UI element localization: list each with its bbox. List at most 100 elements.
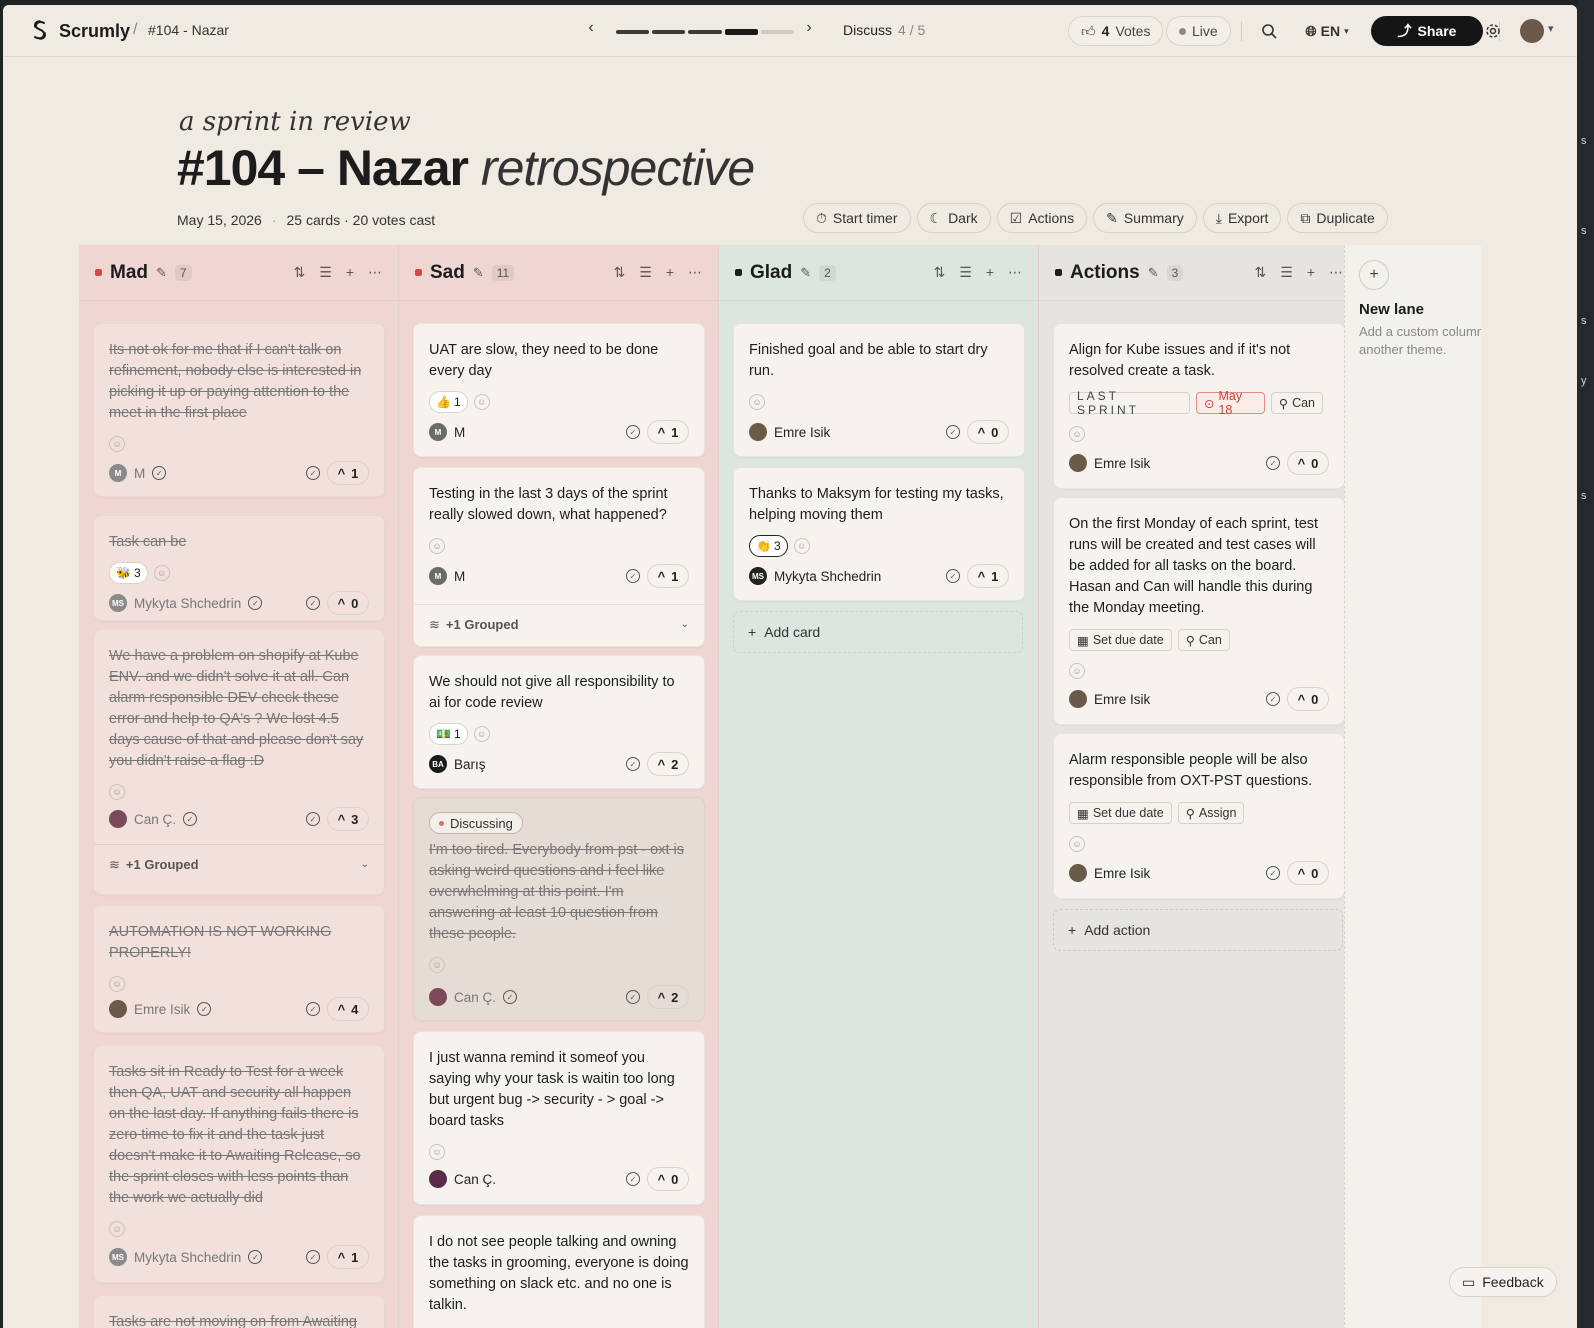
filter-icon[interactable]: ☰ [959,264,972,281]
mark-done-icon[interactable]: ✓ [306,812,320,826]
gear-icon[interactable] [1481,19,1505,43]
add-reaction-icon[interactable]: ☺ [473,394,490,410]
add-reaction-icon[interactable]: ☺ [109,436,125,452]
reaction-pill[interactable]: 👏 3 [749,535,788,557]
vote-button[interactable]: ^ 4 [327,997,369,1021]
retro-card[interactable]: AUTOMATION IS NOT WORKING PROPERLY! ☺ Em… [93,905,385,1033]
plus-icon[interactable]: + [666,264,674,281]
due-date-tag[interactable]: ▦ Set due date [1069,802,1172,824]
phase-step[interactable] [616,30,650,34]
add-reaction-icon[interactable]: ☺ [429,538,445,554]
reaction-pill[interactable]: 👍 1 [429,391,468,413]
add-reaction-icon[interactable]: ☺ [429,1144,445,1160]
vote-button[interactable]: ^ 0 [647,1167,689,1191]
brand-name[interactable]: Scrumly [59,21,130,42]
add-reaction-icon[interactable]: ☺ [473,726,490,742]
vote-button[interactable]: ^ 2 [647,985,689,1009]
retro-card[interactable]: UAT are slow, they need to be done every… [413,323,705,457]
more-icon[interactable]: ⋯ [368,264,382,281]
mark-done-icon[interactable]: ✓ [306,596,320,610]
vote-button[interactable]: ^ 1 [967,564,1009,588]
feedback-button[interactable]: ▭ Feedback [1449,1267,1557,1297]
sort-icon[interactable]: ⇅ [294,264,306,281]
vote-button[interactable]: ^ 0 [1287,861,1329,885]
logo-icon[interactable] [29,19,51,41]
add-action-button[interactable]: + Add action [1053,909,1343,951]
add-reaction-icon[interactable]: ☺ [153,565,170,581]
more-icon[interactable]: ⋯ [688,264,702,281]
phase-step[interactable] [652,30,686,34]
phase-step[interactable] [688,30,722,34]
assignee-tag[interactable]: ⚲ Can [1177,629,1230,651]
retro-card[interactable]: We should not give all responsibility to… [413,655,705,789]
live-status[interactable]: Live [1166,16,1231,46]
user-avatar[interactable] [1520,19,1544,43]
add-reaction-icon[interactable]: ☺ [109,1221,125,1237]
add-reaction-icon[interactable]: ☺ [1069,836,1085,852]
duplicate-button[interactable]: ⧉ Duplicate [1287,203,1388,233]
sort-icon[interactable]: ⇅ [1255,264,1267,281]
mark-done-icon[interactable]: ✓ [306,1002,320,1016]
add-card-button[interactable]: + Add card [733,611,1023,653]
assignee-tag[interactable]: ⚲ Assign [1177,802,1245,824]
add-reaction-icon[interactable]: ☺ [109,976,125,992]
retro-card[interactable]: Tasks sit in Ready to Test for a week th… [93,1045,385,1283]
add-reaction-icon[interactable]: ☺ [109,784,125,800]
mark-done-icon[interactable]: ✓ [626,569,640,583]
vote-button[interactable]: ^ 3 [327,807,369,831]
reaction-pill[interactable]: 🐝 3 [109,562,148,584]
share-button[interactable]: ⤴ Share [1371,16,1483,46]
mark-done-icon[interactable]: ✓ [1266,866,1280,880]
phase-step[interactable] [760,30,795,34]
language-select[interactable]: 🌐︎ EN ▾ [1297,19,1357,43]
search-icon[interactable] [1257,19,1281,43]
retro-card[interactable]: We have a problem on shopify at Kube ENV… [93,629,385,895]
mark-done-icon[interactable]: ✓ [306,1250,320,1264]
chevron-right-icon[interactable]: › [799,19,819,41]
sort-icon[interactable]: ⇅ [614,264,626,281]
vote-button[interactable]: ^ 0 [1287,451,1329,475]
breadcrumb-board[interactable]: #104 - Nazar [148,22,229,38]
pencil-icon[interactable]: ✎ [1148,265,1159,281]
mark-done-icon[interactable]: ✓ [626,1172,640,1186]
chevron-down-icon[interactable]: ▾ [1548,22,1554,35]
actions-button[interactable]: ☑ Actions [996,203,1088,233]
mark-done-icon[interactable]: ✓ [626,757,640,771]
sort-icon[interactable]: ⇅ [934,264,946,281]
pencil-icon[interactable]: ✎ [800,265,811,281]
retro-card[interactable]: I do not see people talking and owning t… [413,1215,705,1328]
grouped-toggle[interactable]: ≋ +1 Grouped ⌄ [414,604,704,644]
more-icon[interactable]: ⋯ [1008,264,1022,281]
plus-icon[interactable]: + [986,264,994,281]
dark-mode-button[interactable]: ☾ Dark [916,203,991,233]
vote-button[interactable]: ^ 0 [1287,687,1329,711]
filter-icon[interactable]: ☰ [639,264,652,281]
add-reaction-icon[interactable]: ☺ [793,538,810,554]
assignee-tag[interactable]: ⚲ Can [1270,392,1323,414]
phase-step-current[interactable] [724,29,758,35]
mark-done-icon[interactable]: ✓ [946,425,960,439]
retro-card-discussing[interactable]: Discussing I'm too tired. Everybody from… [413,797,705,1021]
vote-button[interactable]: ^ 0 [967,420,1009,444]
add-reaction-icon[interactable]: ☺ [429,957,445,973]
action-card[interactable]: On the first Monday of each sprint, test… [1053,497,1345,725]
retro-card[interactable]: Its not ok for me that if I can't talk o… [93,323,385,497]
more-icon[interactable]: ⋯ [1329,264,1343,281]
vote-button[interactable]: ^ 0 [327,591,369,615]
export-button[interactable]: ⤓ Export [1202,203,1282,233]
vote-button[interactable]: ^ 1 [327,1245,369,1269]
mark-done-icon[interactable]: ✓ [626,990,640,1004]
vote-button[interactable]: ^ 1 [327,461,369,485]
pencil-icon[interactable]: ✎ [473,265,484,281]
plus-icon[interactable]: + [346,264,354,281]
mark-done-icon[interactable]: ✓ [626,425,640,439]
mark-done-icon[interactable]: ✓ [946,569,960,583]
mark-done-icon[interactable]: ✓ [1266,692,1280,706]
pencil-icon[interactable]: ✎ [156,265,167,281]
action-card[interactable]: Align for Kube issues and if it's not re… [1053,323,1345,489]
add-reaction-icon[interactable]: ☺ [1069,426,1085,442]
new-lane-panel[interactable]: + New lane Add a custom column for anoth… [1344,245,1481,1328]
retro-card[interactable]: Thanks to Maksym for testing my tasks, h… [733,467,1025,601]
due-date-tag[interactable]: ▦ Set due date [1069,629,1172,651]
summary-button[interactable]: ✎ Summary [1093,203,1197,233]
